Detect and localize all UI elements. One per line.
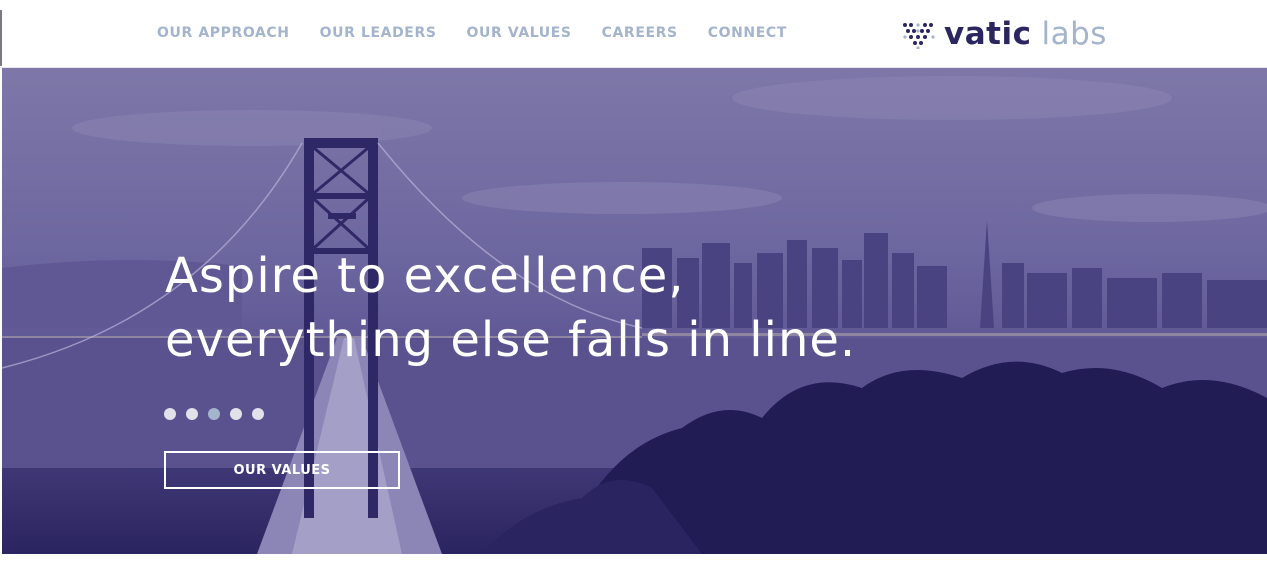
slide-indicators	[164, 408, 264, 420]
nav-item-careers[interactable]: CAREERS	[602, 25, 678, 41]
logo-word-vatic: vatic	[944, 15, 1032, 52]
slide-dot-2[interactable]	[186, 408, 198, 420]
top-navigation-bar: OUR APPROACH OUR LEADERS OUR VALUES CARE…	[0, 0, 1267, 68]
window-edge	[0, 10, 2, 66]
hero-headline-line-1: Aspire to excellence,	[165, 248, 685, 304]
dot-grid-logo-icon	[903, 23, 935, 49]
nav-item-our-approach[interactable]: OUR APPROACH	[157, 25, 290, 41]
slide-dot-3-active[interactable]	[208, 408, 220, 420]
nav-item-our-leaders[interactable]: OUR LEADERS	[320, 25, 437, 41]
hero-banner: Aspire to excellence, everything else fa…	[2, 68, 1267, 554]
page-bottom-strip	[0, 554, 1267, 561]
our-values-button[interactable]: OUR VALUES	[164, 451, 400, 489]
nav-item-our-values[interactable]: OUR VALUES	[467, 25, 572, 41]
slide-dot-5[interactable]	[252, 408, 264, 420]
nav-item-connect[interactable]: CONNECT	[708, 25, 787, 41]
hero-headline-line-2: everything else falls in line.	[165, 312, 857, 368]
slide-dot-4[interactable]	[230, 408, 242, 420]
vatic-labs-logo[interactable]: vatic labs	[902, 14, 1107, 54]
logo-word-labs: labs	[1041, 15, 1107, 52]
hero-headline: Aspire to excellence, everything else fa…	[165, 244, 856, 372]
main-nav: OUR APPROACH OUR LEADERS OUR VALUES CARE…	[157, 25, 787, 41]
slide-dot-1[interactable]	[164, 408, 176, 420]
